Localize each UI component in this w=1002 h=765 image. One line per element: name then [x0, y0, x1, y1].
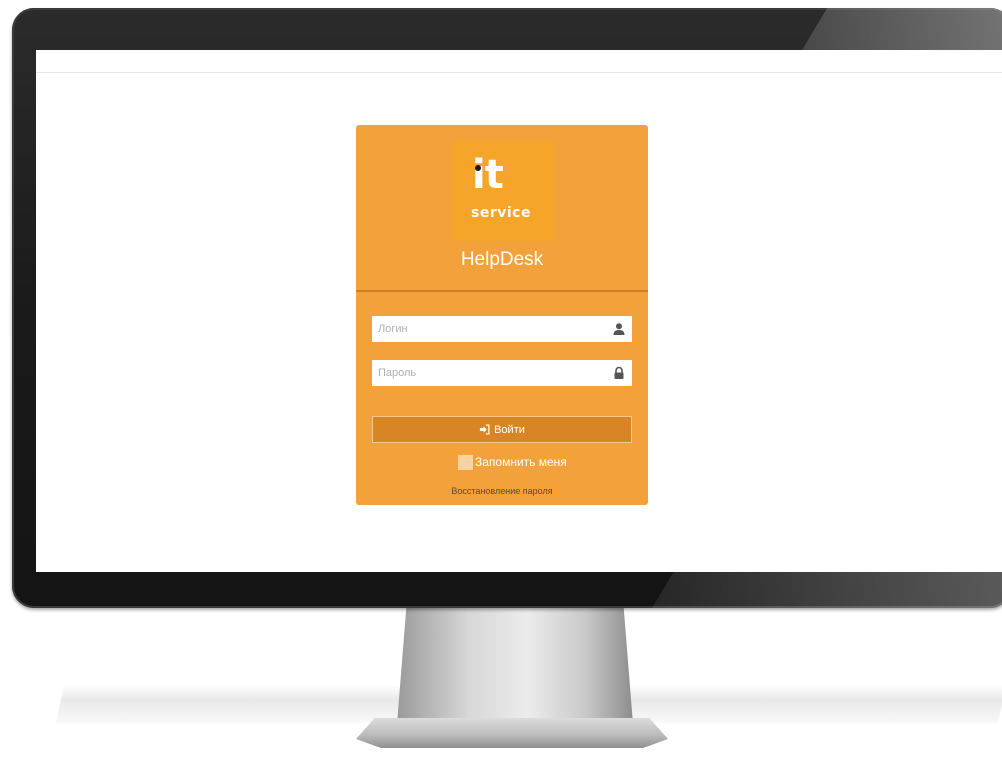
- it-service-logo: it service: [452, 141, 554, 241]
- login-card-header: it service HelpDesk: [356, 125, 648, 292]
- bezel-glare-bottom: [652, 572, 1002, 608]
- password-recovery-link[interactable]: Восстановление пароля: [356, 486, 648, 496]
- lock-icon: [614, 366, 624, 379]
- password-input[interactable]: [372, 360, 608, 386]
- remember-me-label: Запомнить меня: [475, 455, 567, 469]
- remember-me-box[interactable]: [458, 454, 473, 470]
- password-field[interactable]: [372, 360, 632, 386]
- monitor-mockup: it service HelpDesk Логин Войти Запомнит…: [0, 0, 1002, 765]
- logo-word: it: [472, 152, 504, 198]
- login-input[interactable]: [372, 316, 608, 342]
- remember-me-checkbox[interactable]: Запомнить меня: [458, 454, 567, 470]
- user-icon: [613, 323, 625, 335]
- login-field[interactable]: [372, 316, 632, 342]
- monitor-stand-neck: [397, 606, 633, 724]
- login-submit-label: Войти: [494, 423, 525, 436]
- login-submit-button[interactable]: Войти: [372, 416, 632, 443]
- app-title: HelpDesk: [460, 249, 544, 270]
- monitor-screen: it service HelpDesk Логин Войти Запомнит…: [36, 50, 1002, 572]
- bezel-glare-top: [802, 8, 1002, 50]
- logo-subword: service: [471, 205, 531, 221]
- login-card: it service HelpDesk Логин Войти Запомнит…: [356, 125, 648, 505]
- browser-top-bar: [36, 50, 1002, 73]
- monitor-stand-base: [356, 718, 668, 748]
- logo-dot: [475, 165, 481, 171]
- sign-in-icon: [480, 424, 490, 435]
